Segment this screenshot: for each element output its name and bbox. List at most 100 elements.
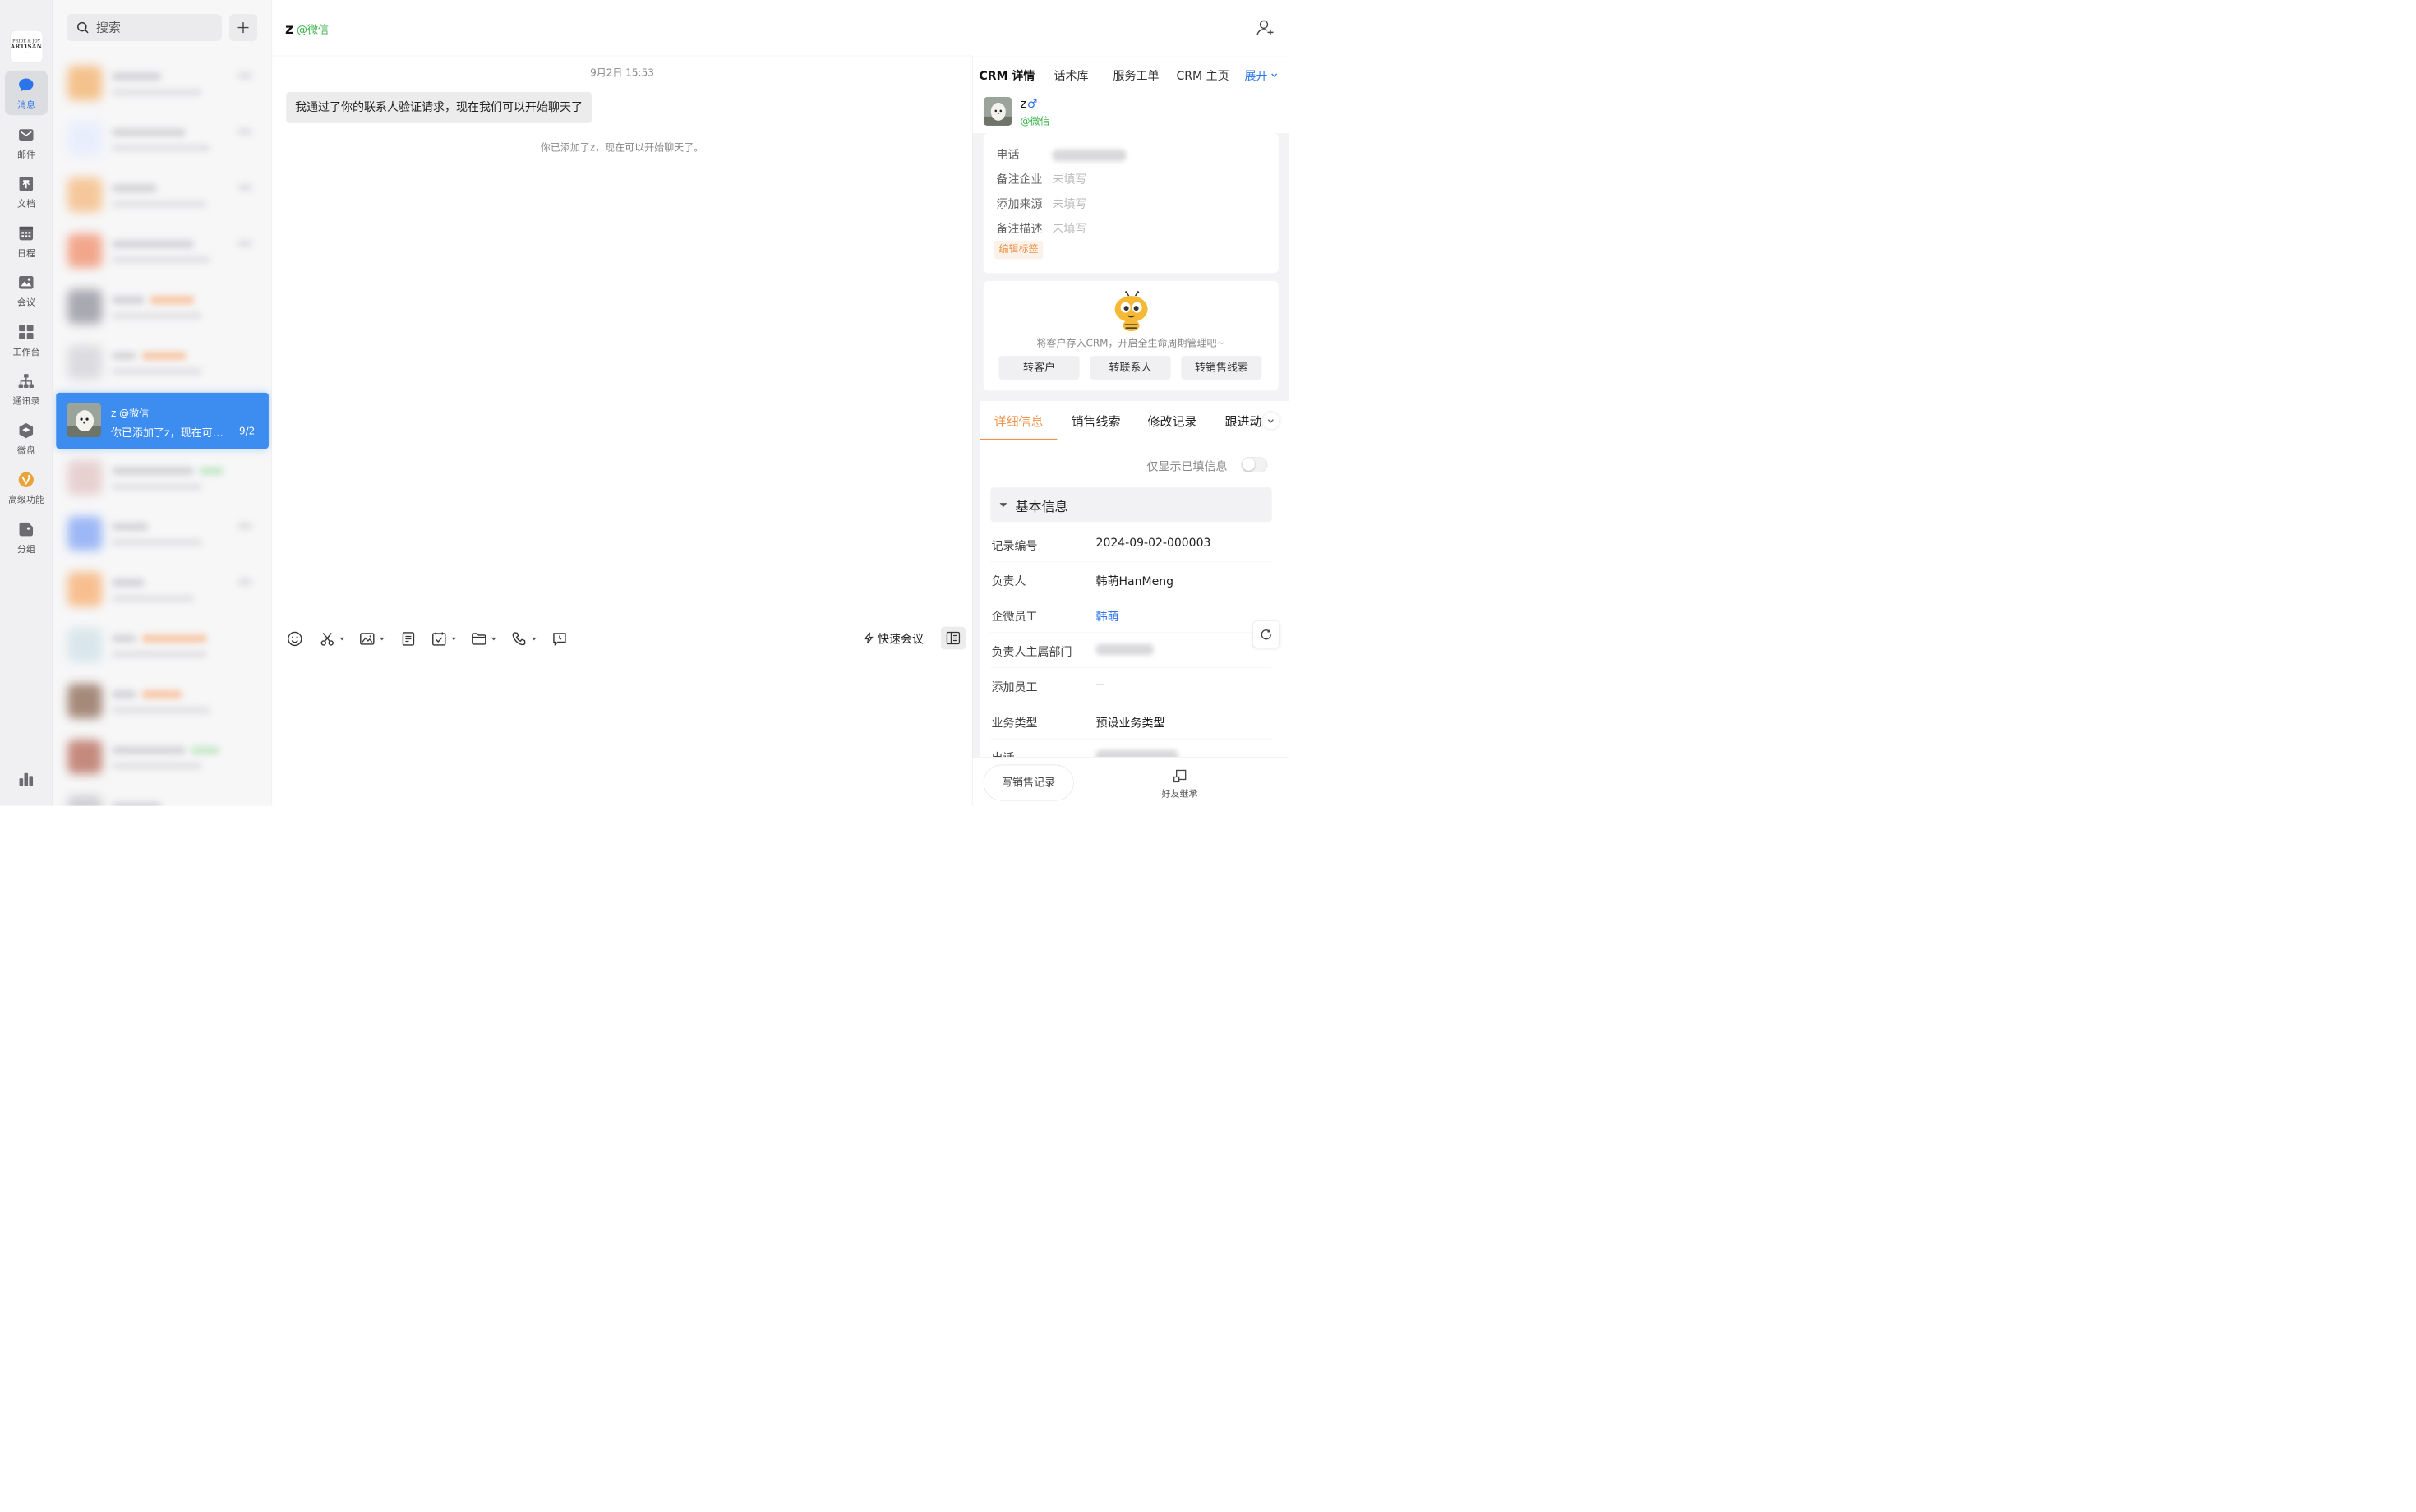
quick-meeting-button[interactable]: 快速会议 — [862, 630, 924, 647]
blurred-text — [112, 296, 145, 305]
caret-down-icon — [380, 638, 385, 641]
expand-label: 展开 — [1244, 69, 1268, 83]
chat-title: z — [285, 21, 293, 38]
image-button[interactable] — [359, 630, 385, 648]
contact-name: z ♂ — [1020, 98, 1038, 112]
edit-tag-button[interactable]: 编辑标签 — [994, 241, 1044, 260]
blurred-conversation[interactable] — [53, 786, 271, 807]
conversation-name: z @微信 — [111, 408, 150, 420]
blurred-text — [112, 72, 162, 81]
refresh-button[interactable] — [1252, 620, 1281, 649]
add-button[interactable] — [229, 14, 258, 42]
calendar-icon — [19, 226, 34, 241]
crm-tabs: CRM 详情 话术库 服务工单 CRM 主页 展开 — [972, 56, 1289, 93]
nav-contacts[interactable]: 通讯录 — [5, 366, 48, 411]
blurred-conversation[interactable] — [53, 279, 271, 335]
screenshot-button[interactable] — [319, 630, 345, 648]
blurred-conversation[interactable] — [53, 450, 271, 506]
expand-tabs-button[interactable]: 展开 — [1245, 67, 1279, 83]
caret-down-icon — [451, 638, 457, 641]
emoji-button[interactable] — [287, 630, 303, 648]
stats-icon[interactable] — [17, 770, 35, 788]
search-box[interactable] — [67, 14, 223, 42]
tab-sales-leads[interactable]: 销售线索 — [1072, 412, 1121, 430]
caret-down-icon — [999, 503, 1007, 508]
company-logo[interactable]: PRIDE & JOY ARTISAN · · · — [10, 30, 44, 64]
nav-docs[interactable]: 文档 — [5, 169, 48, 214]
blurred-avatar — [67, 740, 103, 775]
side-panel-icon — [946, 631, 961, 645]
nav-workbench[interactable]: 工作台 — [5, 317, 48, 362]
field-phone[interactable]: 电话 — [997, 145, 1127, 162]
blurred-conversation[interactable] — [53, 506, 271, 562]
blurred-conversation[interactable] — [53, 224, 271, 279]
meeting-icon — [19, 276, 34, 289]
tab-follow-up[interactable]: 跟进动 — [1225, 412, 1262, 430]
convert-contact-button[interactable]: 转联系人 — [1090, 356, 1171, 380]
convert-lead-button[interactable]: 转销售线索 — [1181, 356, 1262, 380]
section-basic-info[interactable]: 基本信息 — [990, 487, 1272, 523]
tab-detail-info[interactable]: 详细信息 — [994, 412, 1044, 430]
blurred-conversation[interactable] — [53, 674, 271, 730]
blurred-conversation[interactable] — [53, 562, 271, 618]
nav-calendar[interactable]: 日程 — [5, 219, 48, 263]
blurred-conversation[interactable] — [53, 335, 271, 391]
blurred-text — [112, 595, 195, 602]
nav-mail[interactable]: 邮件 — [5, 120, 48, 164]
blurred-conversation[interactable] — [53, 730, 271, 786]
field-source[interactable]: 添加来源 未填写 — [997, 195, 1087, 211]
chat-record-button[interactable] — [551, 630, 568, 648]
filled-only-toggle[interactable] — [1241, 457, 1268, 473]
blurred-value — [1052, 150, 1127, 162]
tabs-more-button[interactable] — [1262, 413, 1279, 430]
tab-script-library[interactable]: 话术库 — [1054, 67, 1089, 83]
tab-crm-home[interactable]: CRM 主页 — [1177, 67, 1229, 83]
blurred-tag — [150, 296, 196, 305]
task-button[interactable] — [431, 630, 457, 648]
nav-messages[interactable]: 消息 — [5, 71, 48, 116]
contact-header: z ♂ @微信 — [972, 92, 1289, 134]
search-input[interactable] — [96, 20, 212, 35]
add-member-icon[interactable] — [1256, 18, 1275, 38]
blurred-text — [112, 467, 195, 476]
premium-icon — [18, 472, 35, 488]
write-sales-record-button[interactable]: 写销售记录 — [983, 764, 1074, 801]
document-icon — [19, 177, 34, 191]
avatar — [67, 403, 102, 438]
message-bubble[interactable]: 我通过了你的联系人验证请求，现在我们可以开始聊天了 — [286, 92, 592, 124]
detail-row-record-no: 记录编号 2024-09-02-000003 — [990, 527, 1272, 563]
blurred-conversation[interactable] — [53, 112, 271, 168]
employee-link[interactable]: 韩萌 — [1096, 607, 1119, 624]
blurred-avatar — [67, 345, 103, 380]
friend-inherit-button[interactable]: 好友继承 — [1160, 769, 1201, 800]
blurred-conversation[interactable] — [53, 168, 271, 224]
convert-customer-button[interactable]: 转客户 — [998, 356, 1080, 380]
blurred-conversation[interactable] — [53, 56, 271, 112]
detail-tabs: 详细信息 销售线索 修改记录 跟进动 — [980, 401, 1289, 443]
field-company[interactable]: 备注企业 未填写 — [997, 170, 1087, 187]
nav-meeting[interactable]: 会议 — [5, 268, 48, 312]
message-icon — [19, 78, 34, 92]
detail-row-employee: 企微员工 韩萌 — [990, 597, 1272, 634]
blurred-conversation[interactable] — [53, 618, 271, 674]
note-button[interactable] — [400, 630, 417, 648]
blurred-text — [112, 201, 207, 208]
search-icon — [77, 21, 89, 34]
nav-drive[interactable]: 微盘 — [5, 416, 48, 460]
conversation-item-selected[interactable]: z @微信 你已添加了z，现在可以开始聊天了。 9/2 — [56, 393, 270, 449]
toggle-side-panel-button[interactable] — [941, 626, 966, 650]
call-button[interactable] — [511, 630, 537, 648]
nav-premium[interactable]: 高级功能 — [5, 465, 48, 509]
tab-crm-detail[interactable]: CRM 详情 — [980, 67, 1035, 83]
blurred-text — [237, 579, 253, 586]
nav-label: 高级功能 — [8, 494, 44, 505]
nav-group[interactable]: 分组 — [5, 514, 48, 559]
blurred-tag — [199, 467, 224, 476]
field-description[interactable]: 备注描述 未填写 — [997, 219, 1087, 236]
tab-service-ticket[interactable]: 服务工单 — [1113, 67, 1160, 83]
input-toolbar: 快速会议 — [272, 620, 973, 657]
blurred-text — [112, 352, 137, 361]
folder-button[interactable] — [471, 630, 497, 648]
detail-row-department: 负责人主属部门 — [990, 633, 1272, 669]
tab-change-log[interactable]: 修改记录 — [1148, 412, 1197, 430]
